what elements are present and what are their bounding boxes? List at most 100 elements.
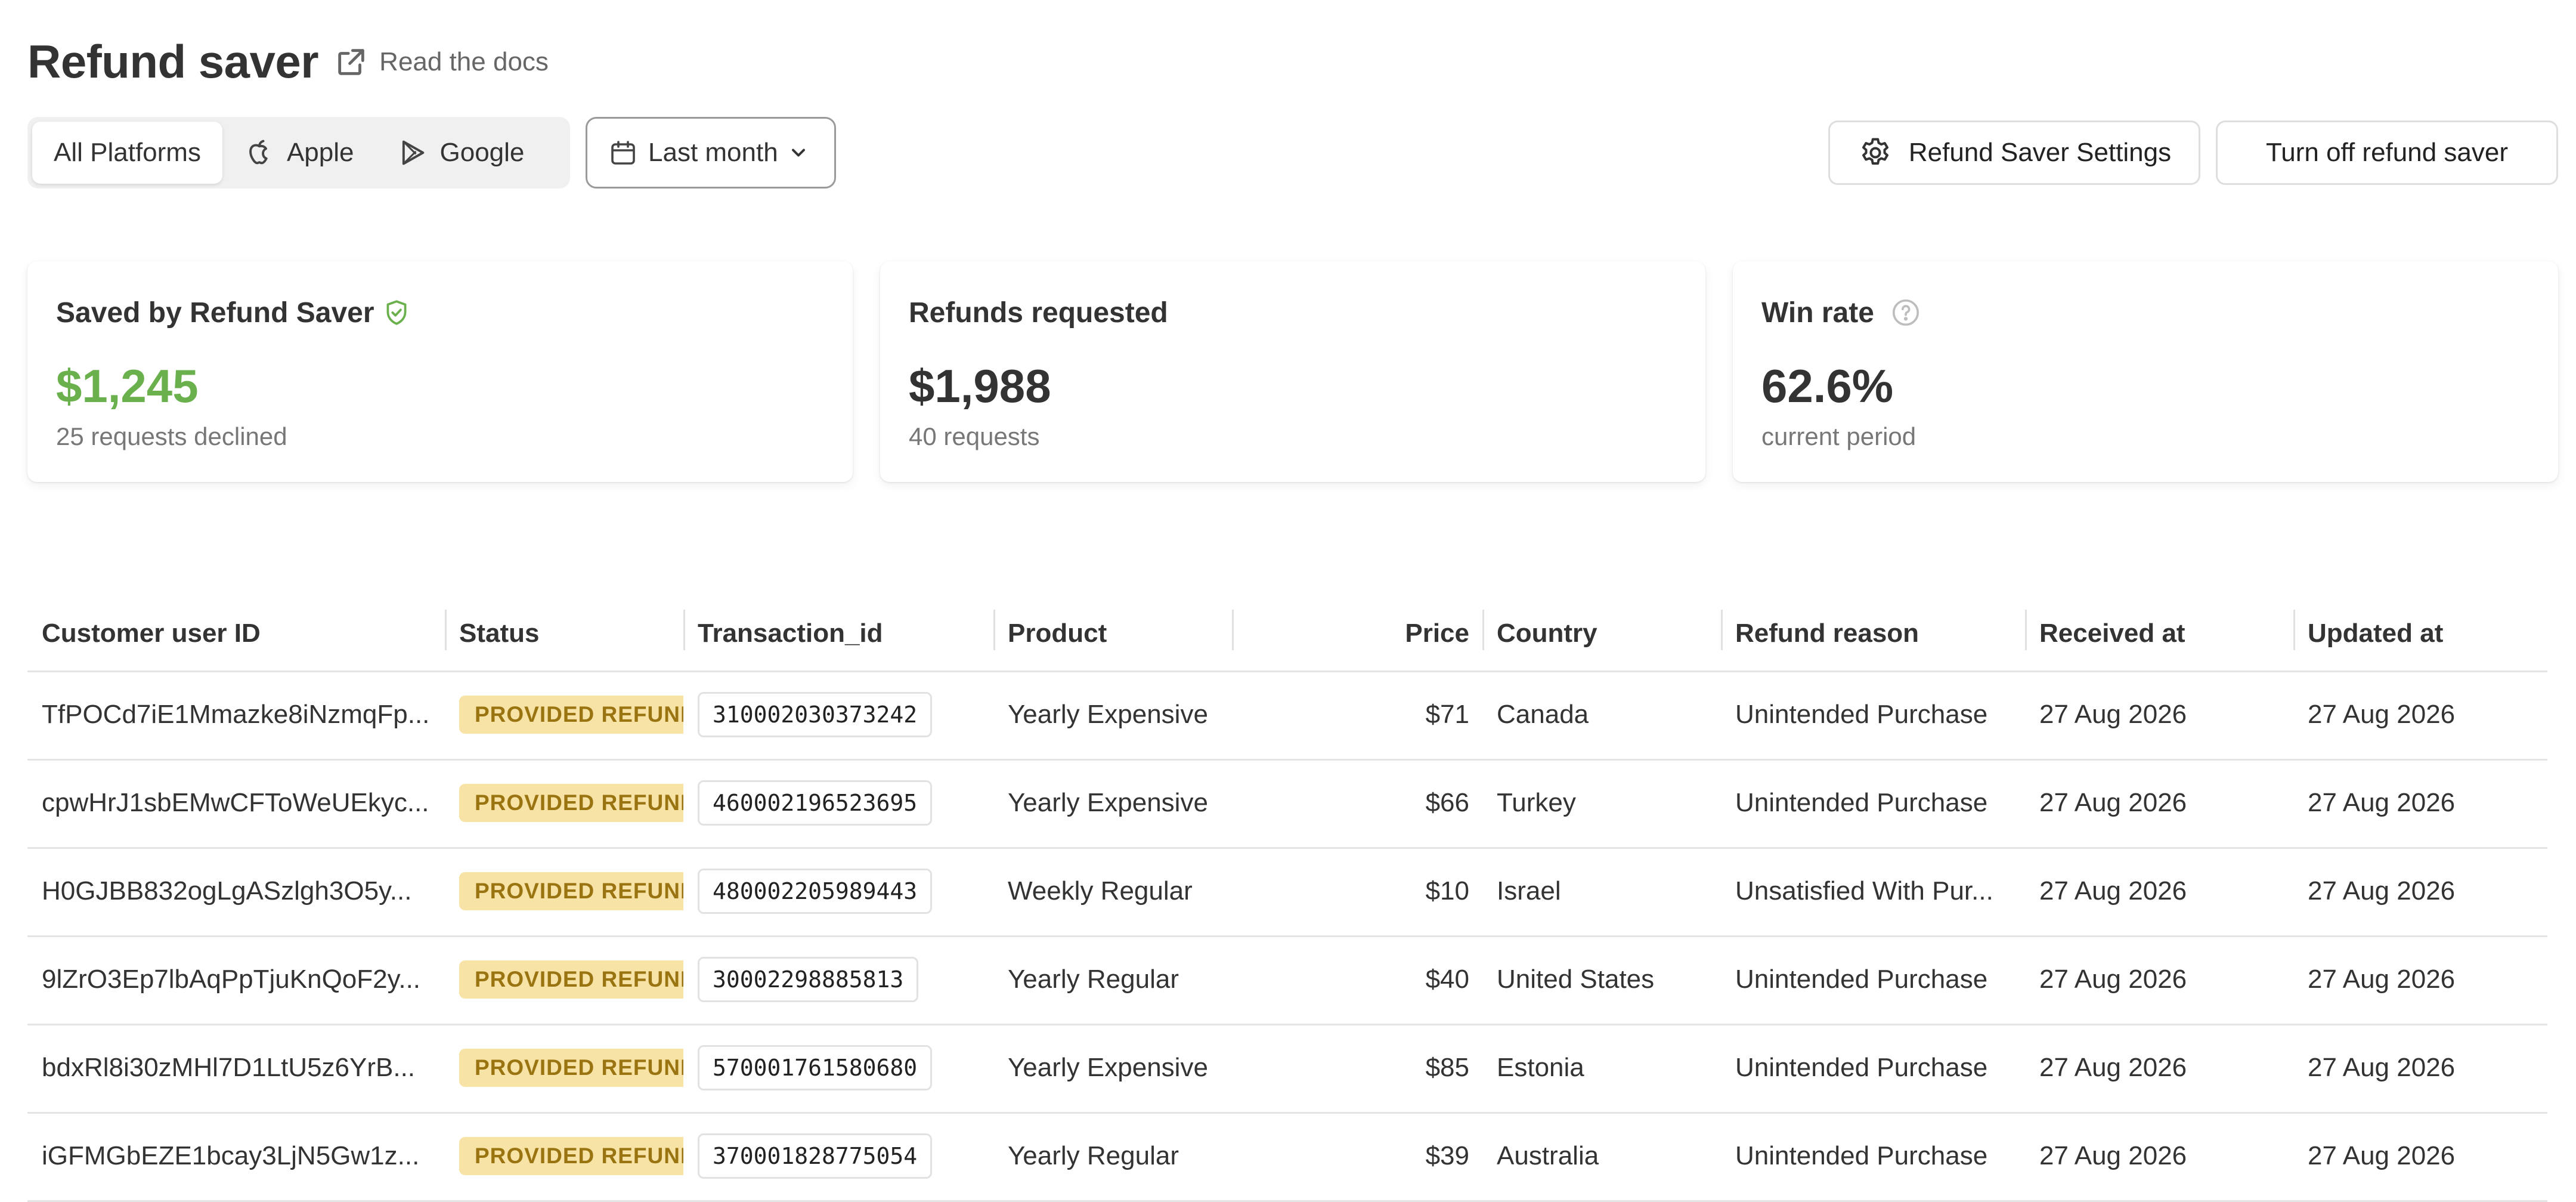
table-row[interactable]: TfPOCd7iE1Mmazke8iNzmqFp... PROVIDED REF… bbox=[27, 672, 2547, 761]
win-rate-title: Win rate bbox=[1761, 296, 2529, 329]
status-cell: PROVIDED REFUND bbox=[445, 1025, 683, 1110]
external-link-icon bbox=[338, 48, 364, 75]
gear-icon bbox=[1862, 138, 1888, 165]
platform-apple-button[interactable]: Apple bbox=[222, 122, 376, 184]
shield-check-icon bbox=[386, 300, 406, 325]
transaction-id-chip[interactable]: 30002298885813 bbox=[698, 957, 919, 1002]
transaction-id-chip[interactable]: 310002030373242 bbox=[698, 692, 933, 737]
transaction-id-cell: 310002030373242 bbox=[683, 672, 993, 757]
transaction-id-chip[interactable]: 370001828775054 bbox=[698, 1133, 933, 1179]
column-header-product[interactable]: Product bbox=[993, 597, 1232, 670]
saved-card: Saved by Refund Saver $1,245 25 requests… bbox=[27, 261, 853, 482]
read-docs-link[interactable]: Read the docs bbox=[334, 45, 549, 79]
country-cell: Turkey bbox=[1497, 788, 1576, 817]
column-divider bbox=[1232, 610, 1234, 650]
customer-user-id: bdxRl8i30zMHl7D1LtU5z6YrB... bbox=[42, 1053, 416, 1082]
country-cell: Israel bbox=[1497, 876, 1561, 906]
read-docs-label: Read the docs bbox=[379, 47, 549, 76]
price-cell: $71 bbox=[1425, 700, 1469, 729]
table-row[interactable]: H0GJBB832ogLgASzlgh3O5y... PROVIDED REFU… bbox=[27, 849, 2547, 937]
page-title: Refund saver bbox=[27, 35, 319, 88]
refunds-requested-count: 40 requests bbox=[909, 422, 1040, 450]
column-header-updated-at[interactable]: Updated at bbox=[2293, 597, 2547, 670]
status-badge: PROVIDED REFUND bbox=[459, 1137, 683, 1175]
updated-at-cell: 27 Aug 2026 bbox=[2308, 965, 2456, 994]
column-header-transaction-id[interactable]: Transaction_id bbox=[683, 597, 993, 670]
page-header: Refund saver Read the docs bbox=[27, 35, 549, 89]
column-divider bbox=[2025, 610, 2027, 650]
status-cell: PROVIDED REFUND bbox=[445, 937, 683, 1022]
price-cell: $85 bbox=[1425, 1053, 1469, 1082]
status-badge: PROVIDED REFUND bbox=[459, 696, 683, 734]
table-row[interactable]: bdxRl8i30zMHl7D1LtU5z6YrB... PROVIDED RE… bbox=[27, 1025, 2547, 1114]
column-header-country[interactable]: Country bbox=[1482, 597, 1721, 670]
updated-at-cell: 27 Aug 2026 bbox=[2308, 700, 2456, 729]
refund-saver-page: Refund saver Read the docs All Platforms… bbox=[0, 0, 2576, 1202]
transaction-id-chip[interactable]: 570001761580680 bbox=[698, 1045, 933, 1090]
win-rate-card: Win rate 62.6% current period bbox=[1733, 261, 2558, 482]
google-play-icon bbox=[402, 140, 424, 165]
product-cell: Yearly Regular bbox=[1008, 1141, 1179, 1170]
refund-reason-cell: Unintended Purchase bbox=[1735, 1053, 1988, 1082]
country-cell: Estonia bbox=[1497, 1053, 1584, 1082]
column-header-refund-reason-label: Refund reason bbox=[1735, 619, 1919, 648]
transaction-id-cell: 460002196523695 bbox=[683, 761, 993, 845]
customer-user-id: cpwHrJ1sbEMwCFToWeUEkyc... bbox=[42, 788, 429, 817]
win-rate-title-text: Win rate bbox=[1761, 296, 1874, 329]
transaction-id-chip[interactable]: 460002196523695 bbox=[698, 780, 933, 826]
received-at-cell: 27 Aug 2026 bbox=[2039, 1141, 2187, 1170]
status-cell: PROVIDED REFUND bbox=[445, 849, 683, 934]
customer-user-id: H0GJBB832ogLgASzlgh3O5y... bbox=[42, 876, 412, 906]
transaction-id-cell: 480002205989443 bbox=[683, 849, 993, 934]
platform-google-label: Google bbox=[439, 138, 525, 167]
product-cell: Yearly Expensive bbox=[1008, 788, 1208, 817]
price-cell: $39 bbox=[1425, 1141, 1469, 1170]
product-cell: Yearly Regular bbox=[1008, 965, 1179, 994]
status-badge: PROVIDED REFUND bbox=[459, 1049, 683, 1087]
refund-reason-cell: Unintended Purchase bbox=[1735, 965, 1988, 994]
chevron-down-icon bbox=[791, 149, 805, 157]
refunds-table: Customer user ID Status Transaction_id P… bbox=[27, 597, 2547, 1202]
date-range-value: Last month bbox=[648, 138, 778, 167]
column-header-received-at[interactable]: Received at bbox=[2025, 597, 2293, 670]
customer-user-id: 9lZrO3Ep7lbAqPpTjuKnQoF2y... bbox=[42, 965, 421, 994]
price-cell: $66 bbox=[1425, 788, 1469, 817]
refund-reason-cell: Unintended Purchase bbox=[1735, 788, 1988, 817]
received-at-cell: 27 Aug 2026 bbox=[2039, 876, 2187, 906]
status-cell: PROVIDED REFUND bbox=[445, 1114, 683, 1198]
date-range-select[interactable]: Last month bbox=[586, 117, 836, 189]
transaction-id-chip[interactable]: 480002205989443 bbox=[698, 869, 933, 914]
updated-at-cell: 27 Aug 2026 bbox=[2308, 788, 2456, 817]
refund-saver-settings-button[interactable]: Refund Saver Settings bbox=[1828, 120, 2200, 185]
transaction-id-cell: 370001828775054 bbox=[683, 1114, 993, 1198]
column-header-customer-user-id[interactable]: Customer user ID bbox=[27, 597, 445, 670]
platform-all-button[interactable]: All Platforms bbox=[32, 122, 222, 184]
table-row[interactable]: cpwHrJ1sbEMwCFToWeUEkyc... PROVIDED REFU… bbox=[27, 761, 2547, 849]
status-badge: PROVIDED REFUND bbox=[459, 960, 683, 999]
calendar-icon bbox=[611, 141, 635, 165]
table-row[interactable]: iGFMGbEZE1bcay3LjN5Gw1z... PROVIDED REFU… bbox=[27, 1114, 2547, 1202]
price-cell: $10 bbox=[1425, 876, 1469, 906]
table-row[interactable]: 9lZrO3Ep7lbAqPpTjuKnQoF2y... PROVIDED RE… bbox=[27, 937, 2547, 1025]
saved-amount: $1,245 bbox=[56, 360, 199, 412]
platform-google-button[interactable]: Google bbox=[376, 122, 546, 184]
turn-off-label: Turn off refund saver bbox=[2266, 138, 2508, 167]
platform-all-label: All Platforms bbox=[54, 138, 201, 167]
column-header-status[interactable]: Status bbox=[445, 597, 683, 670]
refund-reason-cell: Unsatisfied With Pur... bbox=[1735, 876, 1993, 906]
settings-label: Refund Saver Settings bbox=[1908, 138, 2172, 167]
column-header-received-at-label: Received at bbox=[2039, 619, 2185, 648]
column-header-updated-at-label: Updated at bbox=[2308, 619, 2444, 648]
column-header-price[interactable]: Price bbox=[1232, 597, 1482, 670]
product-cell: Yearly Expensive bbox=[1008, 1053, 1208, 1082]
help-circle-icon[interactable] bbox=[1890, 296, 1922, 329]
platform-filter: All Platforms Apple Google bbox=[27, 117, 570, 189]
received-at-cell: 27 Aug 2026 bbox=[2039, 1053, 2187, 1082]
transaction-id-cell: 570001761580680 bbox=[683, 1025, 993, 1110]
received-at-cell: 27 Aug 2026 bbox=[2039, 965, 2187, 994]
turn-off-refund-saver-button[interactable]: Turn off refund saver bbox=[2216, 120, 2558, 185]
table-header: Customer user ID Status Transaction_id P… bbox=[27, 597, 2547, 672]
column-header-refund-reason[interactable]: Refund reason bbox=[1721, 597, 2025, 670]
column-divider bbox=[993, 610, 995, 650]
saved-card-title-text: Saved by Refund Saver bbox=[56, 296, 374, 329]
